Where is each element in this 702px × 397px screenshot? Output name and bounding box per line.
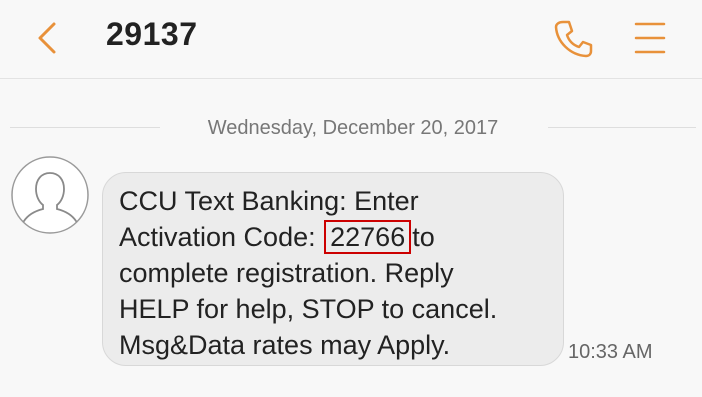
back-button[interactable] [30,18,70,58]
message-text: Activation Code: [119,222,316,252]
person-icon [11,156,89,234]
chevron-left-icon [38,22,56,54]
menu-icon [634,22,666,54]
message-timestamp: 10:33 AM [568,341,653,363]
divider-line [548,127,696,128]
message-line: CCU Text Banking: Enter [119,186,419,216]
message-line: HELP for help, STOP to cancel. [119,294,498,324]
date-divider: Wednesday, December 20, 2017 [10,112,696,142]
sms-conversation-screen: 29137 Wednesday, December 20, 2017 CCU T… [0,0,702,397]
message-text: to [412,222,435,252]
menu-button[interactable] [630,18,670,58]
app-header: 29137 [0,0,702,79]
contact-title: 29137 [106,16,198,52]
message-line: Activation Code: 22766 to [119,219,549,255]
activation-code[interactable]: 22766 [324,220,412,254]
message-line: complete registration. Reply [119,258,454,288]
phone-icon [554,20,593,58]
call-button[interactable] [552,18,594,60]
date-label: Wednesday, December 20, 2017 [207,117,499,139]
contact-avatar[interactable] [10,155,90,235]
message-bubble[interactable]: CCU Text Banking: Enter Activation Code:… [102,172,564,366]
message-line: Msg&Data rates may Apply. [119,330,451,360]
